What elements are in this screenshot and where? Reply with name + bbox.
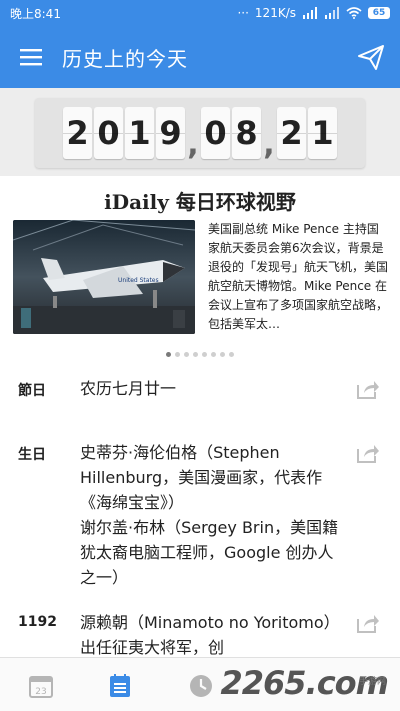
signal-icon-2 bbox=[325, 7, 339, 19]
carousel-dot[interactable] bbox=[166, 352, 171, 357]
page-title: 历史上的今天 bbox=[62, 46, 188, 71]
shuttle-image: United States bbox=[13, 220, 195, 334]
signal-icon bbox=[303, 7, 317, 19]
battery-icon: 65 bbox=[368, 7, 390, 19]
date-separator: , bbox=[263, 126, 275, 162]
carousel-dot[interactable] bbox=[193, 352, 198, 357]
year-digit[interactable]: 0 bbox=[94, 107, 123, 159]
carousel-dot[interactable] bbox=[175, 352, 180, 357]
date-separator: , bbox=[187, 126, 199, 162]
status-right: ··· 121K/s 65 bbox=[237, 6, 390, 20]
network-speed: 121K/s bbox=[254, 6, 296, 20]
app-header: 历史上的今天 bbox=[0, 26, 400, 88]
status-time: 晚上8:41 bbox=[10, 6, 61, 21]
idaily-card[interactable]: iDaily 每日环球视野 United States 美国副总统 Mike P… bbox=[0, 176, 400, 370]
date-picker[interactable]: 2 0 1 9 , 0 8 , 2 1 bbox=[35, 98, 365, 168]
status-bar: 晚上8:41 ··· 121K/s 65 bbox=[0, 0, 400, 26]
event-label: 1192 bbox=[18, 614, 57, 630]
shuttle-label: United States bbox=[118, 277, 159, 284]
share-icon[interactable] bbox=[356, 378, 380, 400]
event-label: 節日 bbox=[18, 383, 46, 399]
carousel-dot[interactable] bbox=[202, 352, 207, 357]
carousel-dot[interactable] bbox=[211, 352, 216, 357]
share-icon[interactable] bbox=[356, 442, 380, 464]
day-digit[interactable]: 1 bbox=[308, 107, 337, 159]
carousel-dot[interactable] bbox=[184, 352, 189, 357]
day-digit[interactable]: 2 bbox=[277, 107, 306, 159]
clock-tab-icon[interactable] bbox=[188, 673, 214, 699]
news-text: 美国副总统 Mike Pence 主持国家航天委员会第6次会议，背景是退役的「发… bbox=[208, 222, 388, 331]
year-digit[interactable]: 1 bbox=[125, 107, 154, 159]
month-digit[interactable]: 8 bbox=[232, 107, 261, 159]
month-digit[interactable]: 0 bbox=[201, 107, 230, 159]
bottom-nav: 23 2265.com 手游网 bbox=[0, 657, 400, 711]
year-digit[interactable]: 2 bbox=[63, 107, 92, 159]
calendar-day-text: 23 bbox=[35, 687, 46, 697]
send-icon[interactable] bbox=[356, 42, 386, 72]
event-text: 史蒂芬·海伦伯格（Stephen Hillenburg，美国漫画家，代表作《海绵… bbox=[80, 443, 339, 587]
watermark-sub: 手游网 bbox=[358, 677, 386, 687]
date-area: 2 0 1 9 , 0 8 , 2 1 bbox=[0, 88, 400, 176]
event-text: 源赖朝（Minamoto no Yoritomo）出任征夷大将军，创 bbox=[80, 613, 340, 657]
year-digit[interactable]: 9 bbox=[156, 107, 185, 159]
carousel-dots bbox=[0, 352, 400, 357]
event-text: 农历七月廿一 bbox=[80, 379, 177, 398]
more-icon: ··· bbox=[237, 6, 249, 20]
event-label: 生日 bbox=[18, 447, 46, 463]
menu-icon[interactable] bbox=[0, 26, 62, 88]
share-icon[interactable] bbox=[356, 612, 380, 634]
list-tab-icon[interactable] bbox=[107, 673, 133, 699]
idaily-title: iDaily 每日环球视野 bbox=[104, 190, 296, 214]
wifi-icon bbox=[346, 7, 362, 19]
news-photo[interactable]: United States bbox=[13, 220, 195, 334]
carousel-dot[interactable] bbox=[229, 352, 234, 357]
carousel-dot[interactable] bbox=[220, 352, 225, 357]
calendar-tab-icon[interactable]: 23 bbox=[28, 673, 54, 699]
